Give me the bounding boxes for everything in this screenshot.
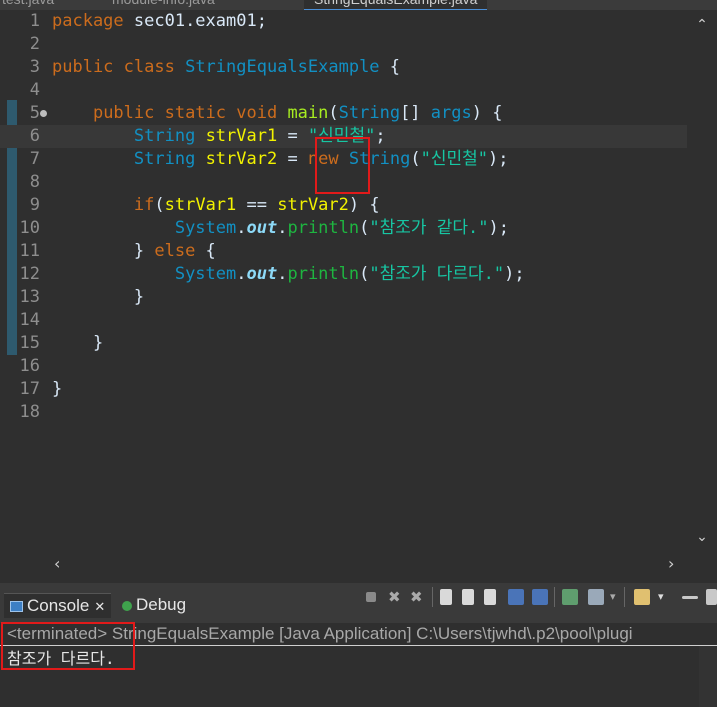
code-line: 3 public class StringEqualsExample { [0,56,687,79]
line-number: 18 [19,402,40,422]
code-line: 5 public static void main(String[] args)… [0,102,687,125]
tab-module-info[interactable]: module-info.java [112,0,215,9]
new-console-icon[interactable] [634,589,650,605]
remove-launch-icon[interactable]: ✖ [388,589,404,605]
line-number: 9 [29,195,40,215]
fold-toggle-icon[interactable] [40,110,47,117]
highlight-box-new [315,137,370,194]
editor-horizontal-scrollbar[interactable]: ‹ › [46,550,687,578]
code-editor[interactable]: 1 package sec01.exam01; 2 3 public class… [0,10,687,550]
code-line: 17 } [0,378,687,401]
scroll-lock-icon[interactable] [462,589,474,605]
minimize-icon[interactable] [682,596,698,599]
code-text: public class StringEqualsExample { [52,57,401,77]
code-text: package sec01.exam01; [52,11,267,31]
code-line: 13 } [0,286,687,309]
code-line: 15 } [0,332,687,355]
tab-console[interactable]: Console ✕ [4,593,112,618]
toolbar-divider [432,587,433,607]
code-text: } else { [52,241,216,261]
line-number: 5 [29,103,40,123]
view-menu-icon[interactable]: ▾ [658,589,674,605]
scroll-right-icon[interactable]: › [668,556,674,572]
line-number: 11 [19,241,40,261]
code-line: 10 System.out.println("참조가 같다."); [0,217,687,240]
line-number: 6 [29,126,40,146]
line-number: 10 [19,218,40,238]
line-number: 7 [29,149,40,169]
code-line: 1 package sec01.exam01; [0,10,687,33]
word-wrap-icon[interactable] [484,589,496,605]
code-line: 14 [0,309,687,332]
tab-console-label: Console [27,596,90,615]
line-number: 14 [19,310,40,330]
tab-test-java[interactable]: test.java [2,0,54,9]
code-line: 4 [0,79,687,102]
line-number: 17 [19,379,40,399]
console-scrollbar[interactable] [699,646,717,707]
console-icon [10,601,23,612]
code-line: 2 [0,33,687,56]
pin-console-icon[interactable] [508,589,524,605]
display-selected-icon[interactable] [588,589,604,605]
console-toolbar: ✖ ✖ ▾ ▾ [362,587,717,609]
line-number: 16 [19,356,40,376]
tab-string-equals-example[interactable]: StringEqualsExample.java [304,0,488,10]
code-text: } [52,333,104,353]
tab-debug[interactable]: Debug [122,593,186,617]
scrollbar-corner [687,550,717,578]
line-number: 12 [19,264,40,284]
code-text: } [52,379,63,399]
line-number: 8 [29,172,40,192]
toolbar-divider [554,587,555,607]
toolbar-divider [624,587,625,607]
bug-icon [122,601,132,611]
code-line: 18 [0,401,687,424]
show-console-icon[interactable] [532,589,548,605]
line-number: 1 [29,11,40,31]
code-text: System.out.println("참조가 다르다."); [174,264,525,284]
code-text: System.out.println("참조가 같다."); [174,218,509,238]
line-number: 2 [29,34,40,54]
terminate-icon[interactable] [366,592,376,602]
close-icon[interactable]: ✕ [94,600,105,615]
editor-vertical-scrollbar[interactable]: ⌃ ⌄ [687,10,717,550]
highlight-box-output [1,622,135,670]
scroll-up-icon[interactable]: ⌃ [695,18,709,32]
line-number: 3 [29,57,40,77]
code-line: 11 } else { [0,240,687,263]
code-text: public static void main(String[] args) { [92,103,503,123]
code-text: if(strVar1 == strVar2) { [133,195,380,215]
code-line: 16 [0,355,687,378]
tab-debug-label: Debug [136,595,187,614]
line-number: 15 [19,333,40,353]
clear-console-icon[interactable] [440,589,452,605]
console-tab-bar: Console ✕ Debug ✖ ✖ ▾ ▾ [0,583,717,623]
remove-all-icon[interactable]: ✖ [410,589,426,605]
line-number: 4 [29,80,40,100]
editor-tab-bar: test.java module-info.java StringEqualsE… [0,0,717,10]
line-number: 13 [19,287,40,307]
maximize-icon[interactable] [706,589,717,605]
scroll-left-icon[interactable]: ‹ [54,556,60,572]
code-text: } [52,287,145,307]
scroll-down-icon[interactable]: ⌄ [695,530,709,544]
code-text: String strVar2 = new String("신민철"); [133,149,509,169]
code-line: 9 if(strVar1 == strVar2) { [0,194,687,217]
code-line: 12 System.out.println("참조가 다르다."); [0,263,687,286]
open-console-icon[interactable] [562,589,578,605]
